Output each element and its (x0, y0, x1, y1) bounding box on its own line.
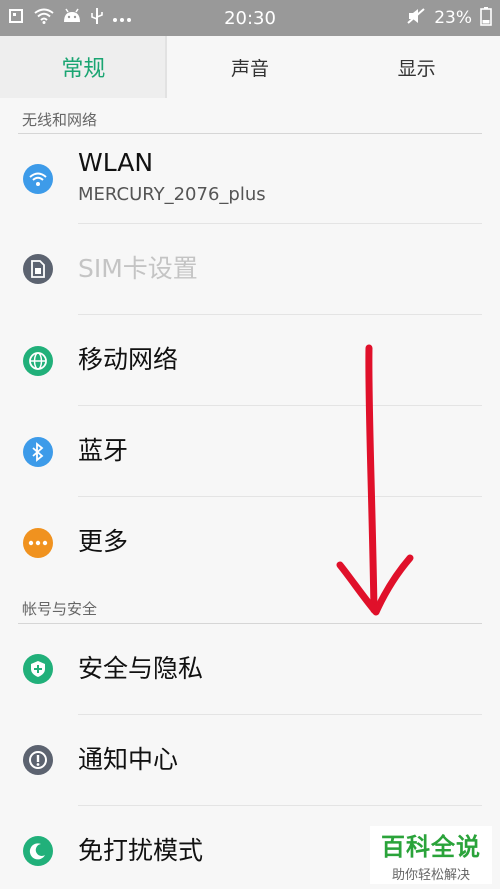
android-icon (62, 8, 82, 29)
bluetooth-icon (23, 437, 53, 467)
status-icons-right: 23% (406, 6, 492, 31)
settings-item-notification-center[interactable]: 通知中心 (0, 715, 500, 805)
status-icons-left (8, 7, 132, 30)
settings-item-title: 蓝牙 (78, 436, 129, 465)
wifi-status-icon (34, 8, 54, 29)
settings-item-title: 免打扰模式 (78, 836, 204, 865)
settings-item-more[interactable]: 更多 (0, 497, 500, 587)
sim-card-icon (23, 254, 53, 284)
clock: 20:30 (224, 7, 276, 29)
watermark-subtitle: 助你轻松解决 (391, 868, 470, 883)
tab-sound[interactable]: 声音 (167, 36, 334, 98)
wlan-network-name: MERCURY_2076_plus (78, 184, 266, 205)
settings-item-title: 通知中心 (78, 745, 179, 774)
settings-item-title: 移动网络 (78, 345, 179, 374)
settings-item-title: 更多 (78, 527, 129, 556)
more-notifications-icon (112, 8, 132, 28)
usb-icon (90, 7, 104, 30)
battery-icon (480, 6, 492, 31)
watermark-logo: 百科全说 助你轻松解决 (370, 826, 492, 884)
settings-tabs: 常规 声音 显示 (0, 36, 500, 98)
settings-item-sim[interactable]: SIM卡设置 (0, 224, 500, 314)
notification-icon (23, 745, 53, 775)
moon-icon (23, 836, 53, 866)
scroll-down-arrow-annotation (336, 344, 414, 616)
mute-icon (406, 7, 426, 30)
settings-item-mobile-network[interactable]: 移动网络 (0, 315, 500, 405)
more-icon (23, 528, 53, 558)
status-bar: 20:30 23% (0, 0, 500, 36)
notification-app-icon (8, 7, 26, 30)
settings-item-title: SIM卡设置 (78, 254, 198, 283)
settings-item-wlan[interactable]: WLAN MERCURY_2076_plus (0, 134, 500, 222)
settings-item-bluetooth[interactable]: 蓝牙 (0, 406, 500, 496)
shield-icon (23, 654, 53, 684)
tab-general[interactable]: 常规 (0, 36, 167, 98)
wifi-icon (23, 164, 53, 194)
watermark-title: 百科全说 (381, 833, 481, 861)
tab-display[interactable]: 显示 (333, 36, 500, 98)
battery-text: 23% (434, 8, 472, 28)
section-header-network: 无线和网络 (22, 111, 98, 129)
section-header-account: 帐号与安全 (22, 600, 98, 618)
settings-item-security-privacy[interactable]: 安全与隐私 (0, 624, 500, 714)
settings-item-title: 安全与隐私 (78, 654, 204, 683)
globe-icon (23, 346, 53, 376)
settings-item-title: WLAN (78, 148, 154, 177)
